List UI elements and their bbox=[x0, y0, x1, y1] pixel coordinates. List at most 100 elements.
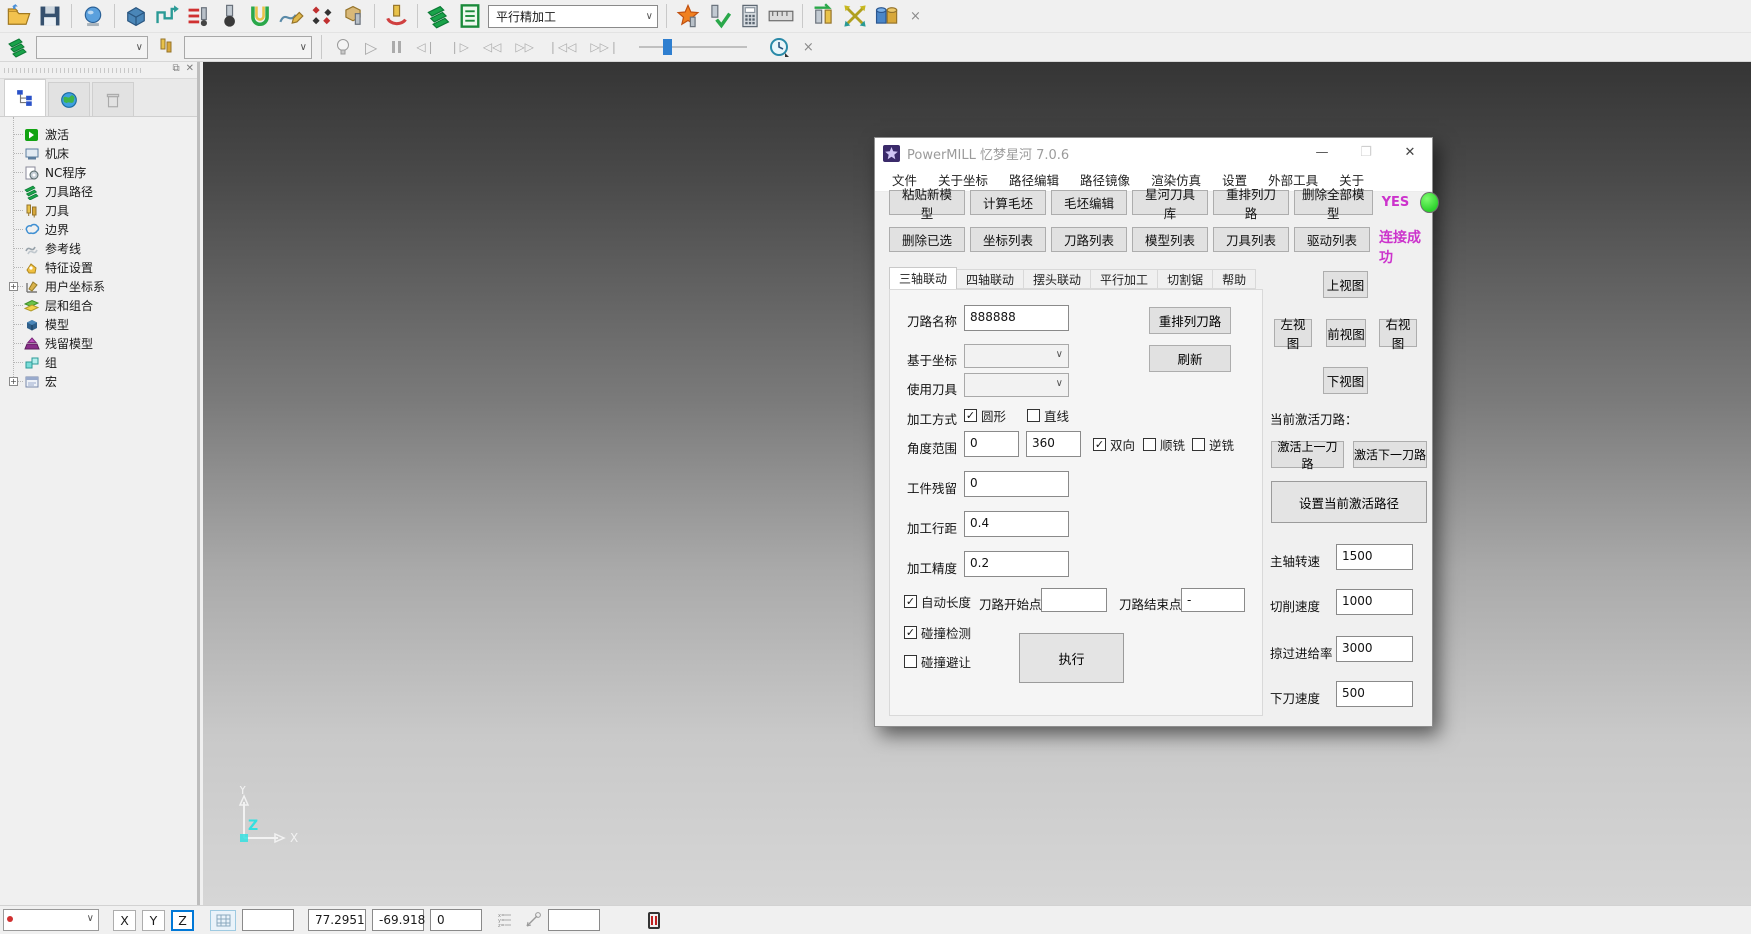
go-end-icon[interactable]: ▷▷❘ bbox=[586, 40, 623, 54]
go-start-icon[interactable]: ❘◁◁ bbox=[544, 40, 581, 54]
tree-item-stock-models[interactable]: 残留模型 bbox=[4, 334, 197, 353]
calculator-icon[interactable] bbox=[737, 3, 763, 29]
dialog-titlebar[interactable]: PowerMILL 忆梦星河 7.0.6 — ❐ ✕ bbox=[875, 138, 1432, 168]
tab-parallel[interactable]: 平行加工 bbox=[1091, 269, 1158, 289]
render-shade-icon[interactable] bbox=[80, 3, 106, 29]
save-icon[interactable] bbox=[37, 3, 63, 29]
tab-saw[interactable]: 切割锯 bbox=[1158, 269, 1213, 289]
tab-help[interactable]: 帮助 bbox=[1213, 269, 1256, 289]
tree-item-toolpaths[interactable]: 刀具路径 bbox=[4, 182, 197, 201]
plunge-speed-input[interactable]: 500 bbox=[1336, 681, 1413, 707]
reorder-button[interactable]: 重排列刀路 bbox=[1149, 307, 1231, 334]
tree-item-feature-sets[interactable]: 特征设置 bbox=[4, 258, 197, 277]
based-coord-combobox[interactable]: ∨ bbox=[964, 344, 1069, 368]
connection-monitor-icon[interactable] bbox=[648, 912, 660, 929]
top-view-button[interactable]: 上视图 bbox=[1323, 271, 1368, 298]
angle-to-input[interactable]: 360 bbox=[1026, 431, 1081, 457]
tree-item-boundaries[interactable]: 边界 bbox=[4, 220, 197, 239]
maximize-icon[interactable]: ❐ bbox=[1344, 138, 1388, 168]
edit-stock-button[interactable]: 毛坯编辑 bbox=[1051, 190, 1127, 215]
tree-item-tools[interactable]: 刀具 bbox=[4, 201, 197, 220]
tab-3axis[interactable]: 三轴联动 bbox=[889, 267, 957, 289]
ruler-icon[interactable] bbox=[768, 3, 794, 29]
coord-list-button[interactable]: 坐标列表 bbox=[970, 227, 1046, 252]
grid-size-input[interactable] bbox=[242, 909, 294, 931]
model-list-button[interactable]: 模型列表 bbox=[1132, 227, 1208, 252]
pause-icon[interactable] bbox=[387, 41, 406, 53]
block-icon[interactable] bbox=[123, 3, 149, 29]
clock-icon[interactable] bbox=[767, 36, 791, 58]
bidirectional-option[interactable]: ✓双向 bbox=[1093, 435, 1135, 454]
method-circle-option[interactable]: ✓圆形 bbox=[964, 406, 1006, 425]
tolerance-input[interactable]: 0.2 bbox=[964, 551, 1069, 577]
stock-remain-input[interactable]: 0 bbox=[964, 471, 1069, 497]
explorer-grip[interactable]: ⧉✕ bbox=[0, 62, 197, 79]
simulation-speed-slider[interactable] bbox=[639, 38, 747, 56]
checkbox-checked-icon[interactable]: ✓ bbox=[964, 409, 977, 422]
toolpath-name-input[interactable]: 888888 bbox=[964, 305, 1069, 331]
tree-item-workplanes[interactable]: + 用户坐标系 bbox=[4, 277, 197, 296]
tool-change-icon[interactable] bbox=[811, 3, 837, 29]
right-view-button[interactable]: 右视图 bbox=[1379, 319, 1417, 347]
activate-next-button[interactable]: 激活下一刀路 bbox=[1353, 441, 1427, 468]
tab-4axis[interactable]: 四轴联动 bbox=[957, 269, 1024, 289]
activate-prev-button[interactable]: 激活上一刀路 bbox=[1271, 441, 1344, 468]
tool-library-button[interactable]: 星河刀具库 bbox=[1132, 190, 1208, 215]
step-forward-icon[interactable]: ❘▷ bbox=[446, 40, 473, 54]
collision-avoid-option[interactable]: 碰撞避让 bbox=[904, 652, 971, 671]
pattern-curve-icon[interactable] bbox=[278, 3, 304, 29]
tab-explorer-web[interactable] bbox=[48, 82, 90, 116]
close-icon[interactable]: ✕ bbox=[1388, 138, 1432, 168]
models-compare-icon[interactable] bbox=[873, 3, 899, 29]
checkbox-checked-icon[interactable]: ✓ bbox=[904, 626, 917, 639]
refresh-button[interactable]: 刷新 bbox=[1149, 345, 1231, 372]
use-tool-combobox[interactable]: ∨ bbox=[964, 373, 1069, 397]
tool-holder-icon[interactable] bbox=[340, 3, 366, 29]
axis-z-button[interactable]: Z bbox=[171, 910, 194, 931]
axis-y-button[interactable]: Y bbox=[142, 910, 165, 931]
drive-list-button[interactable]: 驱动列表 bbox=[1294, 227, 1370, 252]
tree-item-activate[interactable]: 激活 bbox=[4, 125, 197, 144]
tree-item-groups[interactable]: 组 bbox=[4, 353, 197, 372]
tree-item-nc-program[interactable]: NC程序 bbox=[4, 163, 197, 182]
tree-item-machine[interactable]: 机床 bbox=[4, 144, 197, 163]
verify-check-icon[interactable] bbox=[706, 3, 732, 29]
tab-tilt-head[interactable]: 摆头联动 bbox=[1024, 269, 1091, 289]
checkbox-icon[interactable] bbox=[904, 655, 917, 668]
cutting-speed-input[interactable]: 1000 bbox=[1336, 589, 1413, 615]
toolbar2-close-icon[interactable]: × bbox=[797, 40, 820, 55]
tree-item-levels[interactable]: 层和组合 bbox=[4, 296, 197, 315]
checkbox-checked-icon[interactable]: ✓ bbox=[904, 595, 917, 608]
xyz-list-icon[interactable]: x=y=z= bbox=[498, 912, 512, 928]
skim-feed-input[interactable]: 3000 bbox=[1336, 636, 1413, 662]
toolpath-list-button[interactable]: 刀路列表 bbox=[1051, 227, 1127, 252]
collision-check-option[interactable]: ✓碰撞检测 bbox=[904, 623, 971, 642]
execute-button[interactable]: 执行 bbox=[1019, 633, 1124, 683]
strategy-combobox[interactable]: 平行精加工 ∨ bbox=[488, 5, 658, 28]
lightbulb-icon[interactable] bbox=[331, 36, 355, 58]
angle-from-input[interactable]: 0 bbox=[964, 431, 1019, 457]
toolpath-strategy-icon[interactable] bbox=[154, 3, 180, 29]
tool-combobox[interactable]: ∨ bbox=[184, 36, 312, 59]
left-view-button[interactable]: 左视图 bbox=[1274, 319, 1312, 347]
set-active-path-button[interactable]: 设置当前激活路径 bbox=[1271, 481, 1427, 523]
toolpaths-icon[interactable] bbox=[426, 3, 452, 29]
search-forward-icon[interactable]: ▷▷ bbox=[511, 40, 537, 54]
strategy-form-icon[interactable] bbox=[457, 3, 483, 29]
spindle-speed-input[interactable]: 1500 bbox=[1336, 544, 1413, 570]
minimize-icon[interactable]: — bbox=[1300, 138, 1344, 168]
menu-path-mirror[interactable]: 路径镜像 bbox=[1080, 170, 1130, 189]
method-line-option[interactable]: 直线 bbox=[1027, 406, 1069, 425]
checkbox-icon[interactable] bbox=[1192, 438, 1205, 451]
boundary-u-icon[interactable] bbox=[247, 3, 273, 29]
menu-path-edit[interactable]: 路径编辑 bbox=[1009, 170, 1059, 189]
expand-icon[interactable]: + bbox=[9, 282, 18, 291]
stepover-input[interactable]: 0.4 bbox=[964, 511, 1069, 537]
tool-ball-icon[interactable] bbox=[216, 3, 242, 29]
star-tool-icon[interactable] bbox=[675, 3, 701, 29]
tool-arc-icon[interactable] bbox=[383, 3, 409, 29]
tree-item-patterns[interactable]: 参考线 bbox=[4, 239, 197, 258]
conventional-mill-option[interactable]: 逆铣 bbox=[1192, 435, 1234, 454]
paste-model-button[interactable]: 粘贴新模型 bbox=[889, 190, 965, 215]
search-back-icon[interactable]: ◁◁ bbox=[479, 40, 505, 54]
